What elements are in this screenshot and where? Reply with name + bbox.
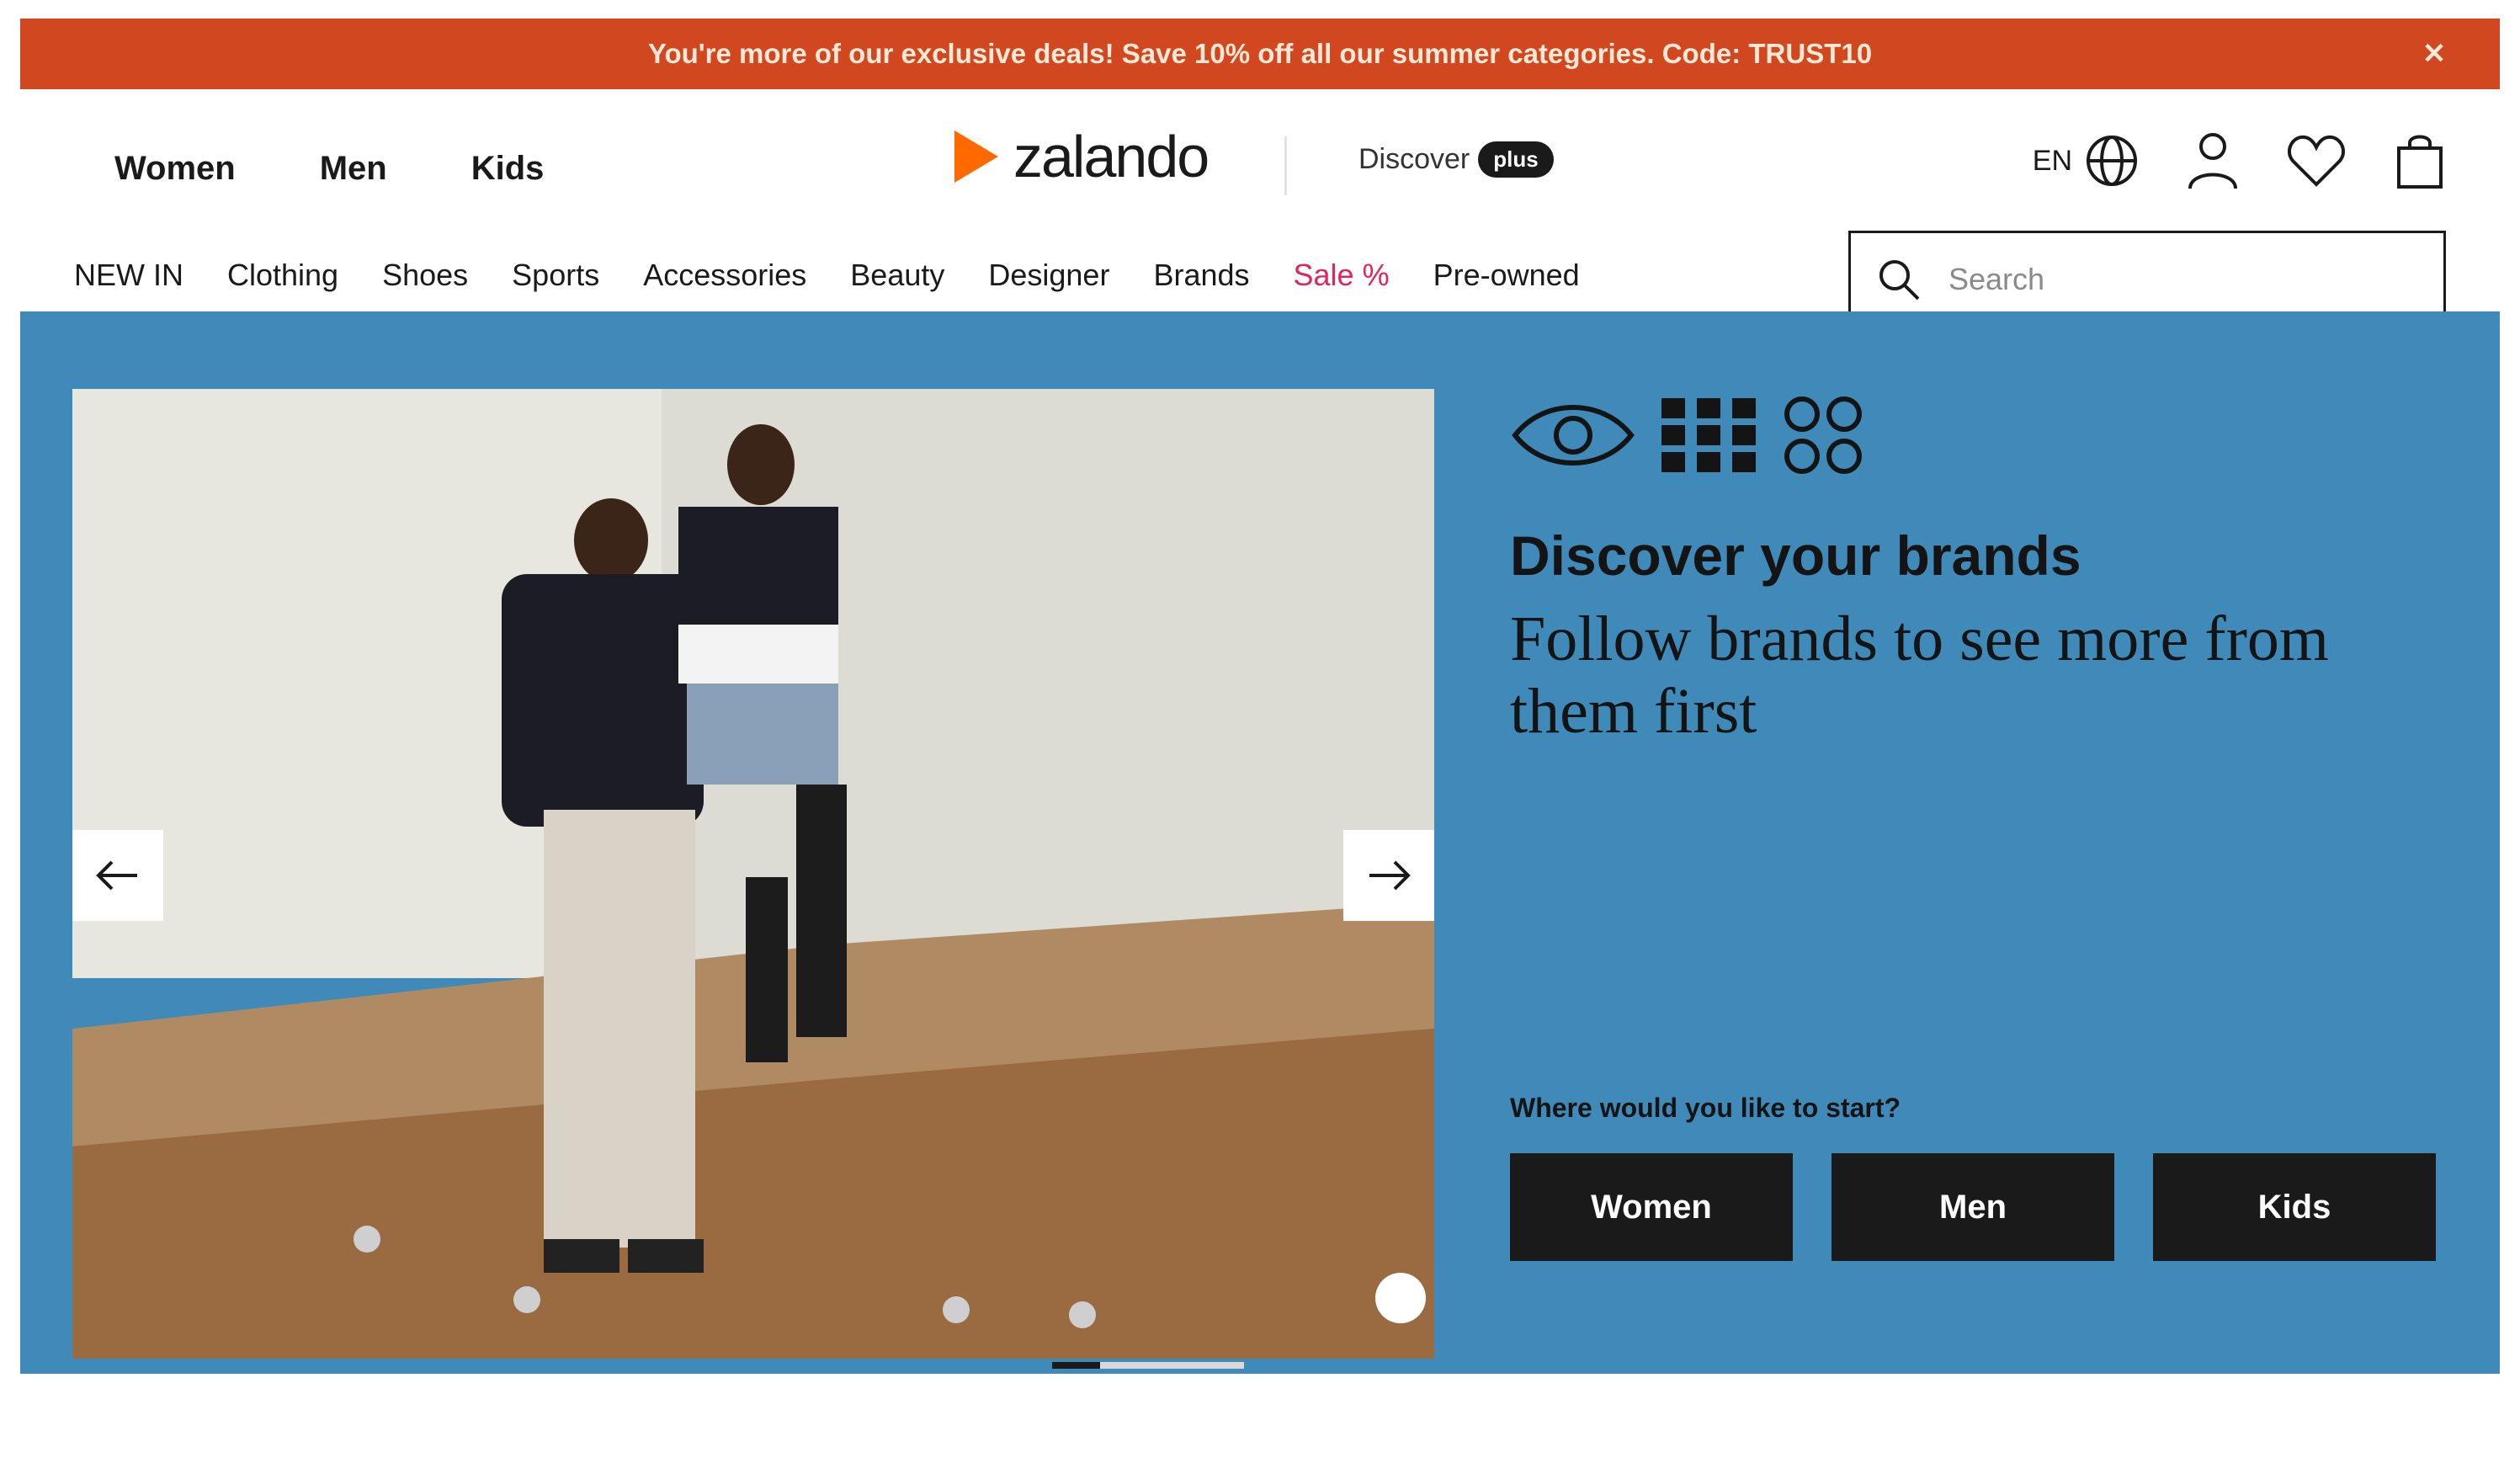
account-icon[interactable] — [2187, 131, 2239, 190]
carousel-progress — [1052, 1362, 1244, 1369]
start-buttons: Women Men Kids — [1510, 1153, 2436, 1261]
nav-shoes[interactable]: Shoes — [382, 258, 468, 293]
logo-divider — [1284, 136, 1287, 195]
brand-panel: Discover your brands Follow brands to se… — [1510, 389, 2453, 747]
grid-icon — [1661, 398, 1756, 472]
carousel-pause-button[interactable] — [1375, 1273, 1426, 1323]
promo-text: You're more of our exclusive deals! Save… — [647, 38, 1873, 69]
start-men-button[interactable]: Men — [1832, 1153, 2114, 1261]
gender-nav: Women Men Kids — [114, 150, 544, 188]
arrow-right-icon — [1369, 860, 1411, 891]
plus-membership-link[interactable]: Discover plus — [1358, 141, 1554, 178]
promo-banner[interactable]: You're more of our exclusive deals! Save… — [20, 19, 2500, 89]
utility-nav: EN — [2033, 131, 2446, 190]
nav-clothing[interactable]: Clothing — [227, 258, 338, 293]
hero-image[interactable] — [72, 389, 1434, 1359]
logo-play-icon — [954, 130, 998, 183]
language-label: EN — [2032, 144, 2072, 177]
site-header: Women Men Kids zalando Discover plus EN — [20, 89, 2500, 325]
nav-women[interactable]: Women — [114, 150, 236, 188]
browser-page: You're more of our exclusive deals! Save… — [20, 19, 2500, 1458]
carousel-progress-fill — [1052, 1362, 1100, 1369]
hero-subtitle: Follow brands to see more from them firs… — [1510, 604, 2330, 747]
start-women-button[interactable]: Women — [1510, 1153, 1793, 1261]
carousel-next-button[interactable] — [1343, 830, 1434, 921]
nav-sale[interactable]: Sale % — [1294, 258, 1390, 293]
nav-sports[interactable]: Sports — [512, 258, 599, 293]
logo-text: zalando — [1013, 124, 1209, 189]
globe-icon — [2087, 136, 2137, 186]
hero-section: Discover your brands Follow brands to se… — [20, 311, 2500, 1374]
category-nav: NEW IN Clothing Shoes Sports Accessories… — [74, 258, 1580, 293]
nav-brands[interactable]: Brands — [1153, 258, 1249, 293]
nav-kids[interactable]: Kids — [471, 150, 545, 188]
start-kids-button[interactable]: Kids — [2153, 1153, 2436, 1261]
nav-new-in[interactable]: NEW IN — [74, 258, 183, 293]
pattern-icon — [1784, 396, 1862, 474]
language-selector[interactable]: EN — [2033, 133, 2140, 189]
nav-pre-owned[interactable]: Pre-owned — [1433, 258, 1580, 293]
bag-icon[interactable] — [2394, 131, 2446, 190]
hero-title: Discover your brands — [1510, 524, 2081, 587]
zalando-logo[interactable]: zalando — [949, 123, 1209, 190]
start-question: Where would you like to start? — [1510, 1093, 1901, 1123]
eye-icon — [1512, 405, 1635, 466]
carousel-prev-button[interactable] — [72, 830, 163, 921]
close-icon[interactable]: ✕ — [2417, 37, 2451, 71]
plus-label: Discover — [1358, 143, 1470, 175]
plus-badge: plus — [1478, 141, 1554, 178]
brand-icons — [1510, 389, 2453, 481]
nav-men[interactable]: Men — [320, 150, 387, 188]
nav-designer[interactable]: Designer — [988, 258, 1109, 293]
arrow-left-icon — [96, 860, 137, 891]
nav-beauty[interactable]: Beauty — [850, 258, 944, 293]
search-icon — [1879, 259, 1920, 300]
nav-accessories[interactable]: Accessories — [643, 258, 806, 293]
wishlist-icon[interactable] — [2286, 134, 2347, 188]
search-input[interactable] — [1947, 260, 2418, 298]
